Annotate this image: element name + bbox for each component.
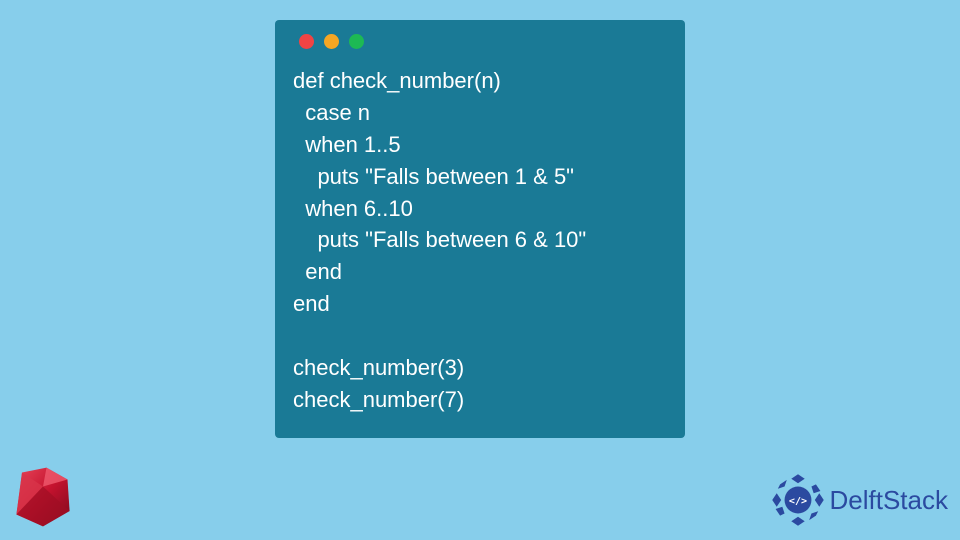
traffic-lights [299, 34, 667, 49]
delftstack-gear-icon: </> [770, 472, 826, 528]
delftstack-logo: </> DelftStack [770, 472, 949, 528]
brand-name: DelftStack [830, 485, 949, 516]
maximize-icon [349, 34, 364, 49]
code-line: check_number(3) [293, 355, 464, 380]
code-line: puts "Falls between 6 & 10" [293, 227, 586, 252]
code-block: def check_number(n) case n when 1..5 put… [293, 65, 667, 416]
close-icon [299, 34, 314, 49]
svg-text:</>: </> [788, 496, 806, 507]
code-line: end [293, 291, 330, 316]
code-line: check_number(7) [293, 387, 464, 412]
code-line: case n [293, 100, 370, 125]
code-line: puts "Falls between 1 & 5" [293, 164, 574, 189]
code-line: when 1..5 [293, 132, 401, 157]
ruby-logo-icon [8, 462, 78, 532]
code-line: end [293, 259, 342, 284]
code-window: def check_number(n) case n when 1..5 put… [275, 20, 685, 438]
code-line: when 6..10 [293, 196, 413, 221]
minimize-icon [324, 34, 339, 49]
code-line: def check_number(n) [293, 68, 501, 93]
